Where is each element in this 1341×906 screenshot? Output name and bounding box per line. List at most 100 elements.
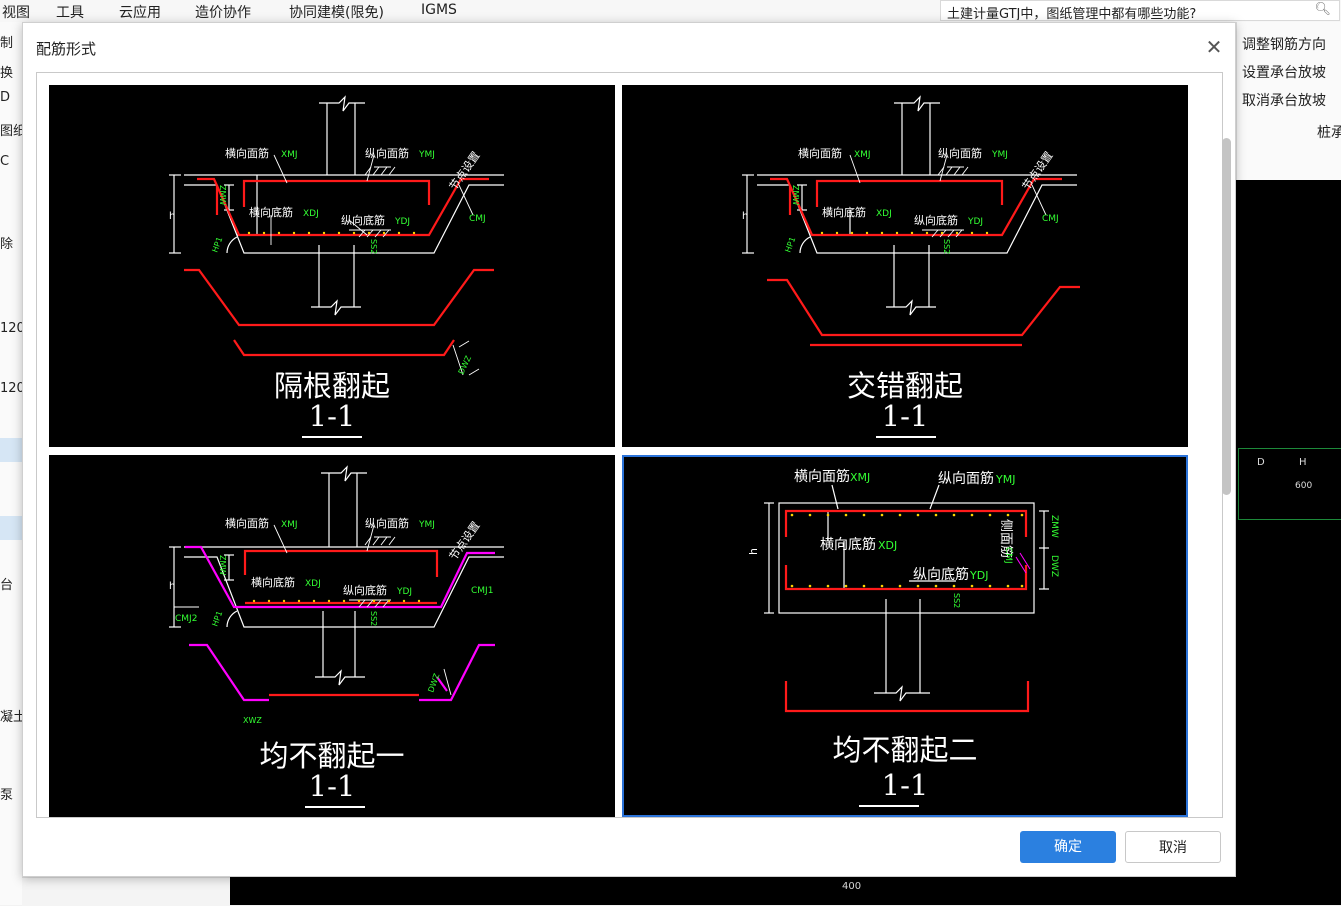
help-search-input[interactable]: 土建计量GTJ中，图纸管理中都有哪些功能? 🔍︎ bbox=[940, 0, 1340, 21]
bottom-x-code: XDJ bbox=[878, 539, 897, 552]
section-label: 1-1 bbox=[308, 769, 356, 803]
bottom-y-code: YDJ bbox=[969, 569, 988, 582]
option-name: 均不翻起二 bbox=[832, 733, 978, 767]
bottom-x-label: 横向底筋 bbox=[822, 205, 866, 219]
zmw-code: ZMW bbox=[1049, 515, 1059, 538]
bottom-y-label: 纵向底筋 bbox=[914, 213, 958, 227]
section-underline bbox=[876, 436, 936, 438]
cmj-code: CMJ bbox=[1042, 214, 1059, 224]
bottom-y-code: YDJ bbox=[967, 217, 983, 227]
left-item[interactable]: 图纸 bbox=[0, 120, 22, 139]
bottom-x-code: XDJ bbox=[305, 579, 321, 589]
section-underline bbox=[302, 436, 362, 438]
side-setting-label: 节点设置 bbox=[447, 149, 483, 192]
dwz-code: DWZ bbox=[1049, 555, 1059, 577]
dialog-title: 配筋形式 bbox=[36, 40, 97, 58]
cad-dimension: 400 bbox=[842, 881, 862, 892]
top-x-code: XMJ bbox=[850, 471, 870, 484]
left-item[interactable]: 换 bbox=[0, 62, 13, 81]
bottom-x-code: XDJ bbox=[876, 209, 892, 219]
option-tile-3[interactable]: 横向面筋 XMJ 纵向面筋 YMJ 横向底筋 XDJ 纵向底筋 YDJ 节点设置… bbox=[49, 455, 615, 817]
top-y-label: 纵向面筋 bbox=[938, 470, 994, 487]
left-item[interactable]: 台 bbox=[0, 574, 13, 593]
left-item[interactable]: 120 bbox=[0, 381, 22, 396]
left-item[interactable]: 120 bbox=[0, 321, 22, 336]
cancel-pile-cap-slope-button[interactable]: 取消承台放坡 bbox=[1242, 90, 1326, 110]
bottom-x-code: XDJ bbox=[303, 209, 319, 219]
left-item[interactable]: C bbox=[0, 154, 9, 169]
bottom-y-code: YDJ bbox=[394, 217, 410, 227]
height-label: h bbox=[169, 211, 175, 222]
bottom-x-label: 横向底筋 bbox=[251, 575, 295, 589]
left-item[interactable]: 凝土 bbox=[0, 706, 22, 725]
top-y-code: YMJ bbox=[418, 520, 435, 530]
adjust-rebar-direction-button[interactable]: 调整钢筋方向 bbox=[1242, 34, 1326, 54]
top-x-code: XMJ bbox=[281, 520, 298, 530]
top-y-label: 纵向面筋 bbox=[365, 146, 409, 160]
menu-cloud[interactable]: 云应用 bbox=[119, 2, 161, 22]
cmj2-code: CMJ2 bbox=[175, 614, 197, 624]
menu-tools[interactable]: 工具 bbox=[56, 2, 84, 22]
cad-cell: 600 bbox=[1295, 481, 1313, 491]
hp-code: HP1 bbox=[210, 236, 224, 254]
cad-canvas-bottom[interactable]: 400 bbox=[230, 877, 1241, 905]
search-icon[interactable]: 🔍︎ bbox=[1314, 2, 1331, 17]
section-label: 1-1 bbox=[881, 768, 929, 802]
top-x-code: XMJ bbox=[281, 150, 298, 160]
bottom-x-label: 横向底筋 bbox=[820, 536, 876, 553]
menu-cost-collab[interactable]: 造价协作 bbox=[195, 2, 251, 22]
bottom-y-code: YDJ bbox=[396, 587, 412, 597]
zmw-code: ZMW bbox=[218, 185, 227, 205]
bottom-y-label: 纵向底筋 bbox=[343, 583, 387, 597]
options-scrollbar[interactable] bbox=[1222, 138, 1231, 495]
top-x-label: 横向面筋 bbox=[798, 146, 842, 160]
option-tile-2[interactable]: 横向面筋 XMJ 纵向面筋 YMJ 横向底筋 XDJ 纵向底筋 YDJ 节点设置… bbox=[622, 85, 1188, 447]
right-tool-panel: 调整钢筋方向 设置承台放坡 取消承台放坡 桩承 bbox=[1236, 22, 1341, 180]
section-label: 1-1 bbox=[881, 399, 929, 433]
left-selected-row[interactable] bbox=[0, 516, 22, 540]
bottom-y-label: 纵向底筋 bbox=[341, 213, 385, 227]
menu-igms[interactable]: IGMS bbox=[421, 2, 457, 18]
menu-view[interactable]: 视图 bbox=[2, 2, 30, 22]
ss-code: SS2 bbox=[369, 239, 378, 254]
help-search-text: 土建计量GTJ中，图纸管理中都有哪些功能? bbox=[947, 7, 1197, 21]
ss-code: SS2 bbox=[952, 593, 961, 608]
bottom-panel bbox=[22, 877, 230, 906]
option-tile-4[interactable]: 横向面筋 XMJ 纵向面筋 YMJ 横向底筋 XDJ 纵向底筋 YDJ 侧面筋 … bbox=[622, 455, 1188, 817]
cmj-code: CMJ bbox=[469, 214, 486, 224]
left-item[interactable]: 泵 bbox=[0, 784, 13, 803]
cad-canvas[interactable] bbox=[1236, 180, 1341, 905]
menu-collab-model[interactable]: 协同建模(限免) bbox=[289, 2, 384, 22]
height-label: h bbox=[169, 581, 175, 592]
left-panel: 制 换 D 图纸 C 除 120 120 台 凝土 泵 bbox=[0, 22, 23, 905]
top-y-code: YMJ bbox=[418, 150, 435, 160]
height-label: h bbox=[747, 548, 760, 555]
left-item[interactable]: D bbox=[0, 90, 10, 105]
section-underline bbox=[305, 806, 365, 808]
dwz-code: DWZ bbox=[426, 672, 441, 694]
pile-cap-tab[interactable]: 桩承 bbox=[1317, 122, 1341, 142]
top-y-code: YMJ bbox=[995, 473, 1015, 486]
top-x-label: 横向面筋 bbox=[794, 468, 850, 485]
left-selected-row[interactable] bbox=[0, 438, 22, 462]
left-item[interactable]: 除 bbox=[0, 233, 13, 252]
set-pile-cap-slope-button[interactable]: 设置承台放坡 bbox=[1242, 62, 1326, 82]
cad-cell: D bbox=[1257, 457, 1265, 468]
top-y-label: 纵向面筋 bbox=[938, 146, 982, 160]
zmw-code: ZMW bbox=[218, 555, 227, 575]
close-icon[interactable]: ✕ bbox=[1203, 36, 1225, 58]
top-x-label: 横向面筋 bbox=[225, 146, 269, 160]
top-y-label: 纵向面筋 bbox=[365, 516, 409, 530]
zmw-code: ZMW bbox=[791, 185, 800, 205]
cancel-button[interactable]: 取消 bbox=[1125, 831, 1221, 863]
hp-code: HP1 bbox=[783, 236, 797, 254]
option-tile-1[interactable]: 横向面筋 XMJ 纵向面筋 YMJ 横向底筋 XDJ 纵向底筋 YDJ 节点设置… bbox=[49, 85, 615, 447]
ss-code: SS2 bbox=[942, 239, 951, 254]
confirm-button[interactable]: 确定 bbox=[1020, 831, 1116, 863]
left-item[interactable]: 制 bbox=[0, 32, 13, 51]
section-underline bbox=[859, 805, 919, 807]
rebar-form-dialog: 配筋形式 ✕ 横向面筋 XMJ 纵向面筋 YMJ 横向底筋 XDJ 纵向底筋 Y… bbox=[22, 22, 1236, 877]
section-label: 1-1 bbox=[308, 399, 356, 433]
cmj-code: CMJ bbox=[1003, 547, 1013, 564]
bottom-x-label: 横向底筋 bbox=[249, 205, 293, 219]
